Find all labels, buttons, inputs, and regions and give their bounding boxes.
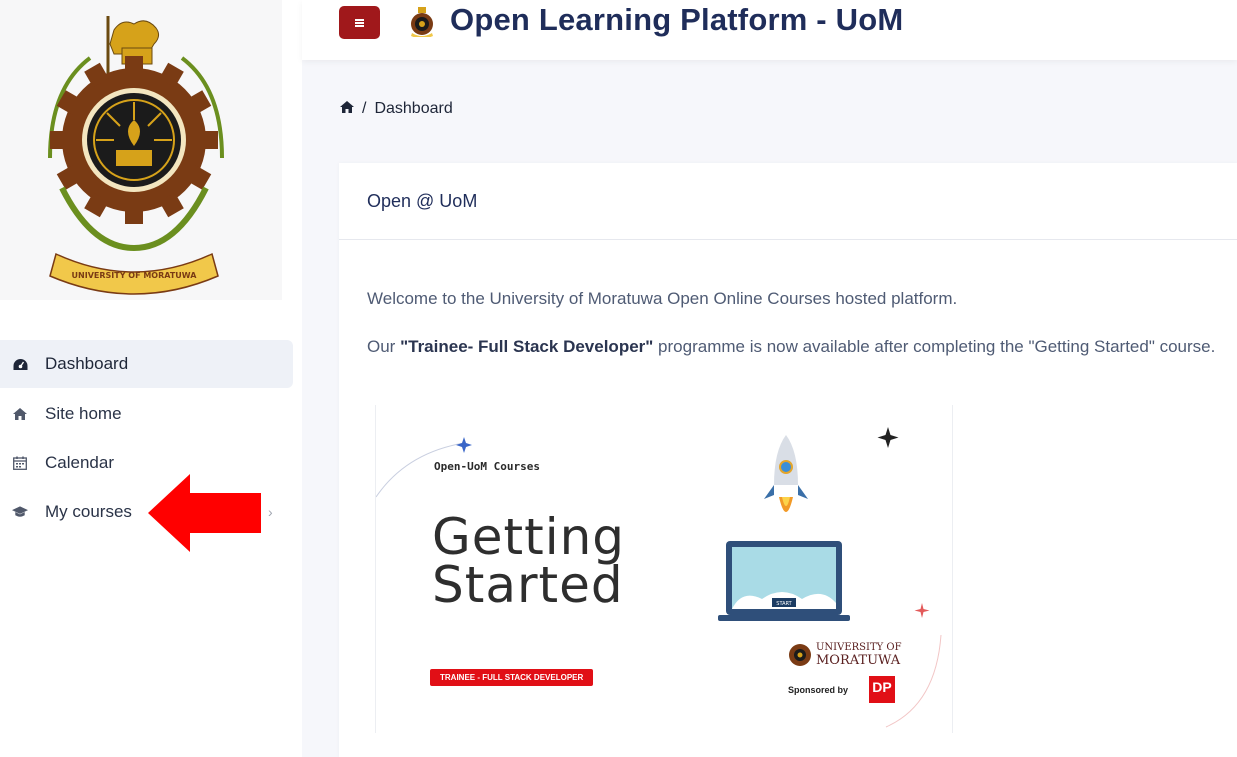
getting-started-banner[interactable]: START Open-UoM Courses Getting Started TR… [375,405,953,733]
sponsor-label: Sponsored by [788,685,849,695]
chevron-right-icon[interactable]: › [268,504,273,520]
programme-badge: TRAINEE - FULL STACK DEVELOPER [430,669,594,686]
hamburger-icon [355,21,364,24]
home-icon [12,406,28,422]
sponsor-logo: DP [869,676,895,703]
sidebar-item-site-home[interactable]: Site home [0,390,293,438]
sidebar-item-label: My courses [45,502,132,521]
banner-title: Getting Started [432,508,626,614]
laptop-start-label: START [776,601,792,607]
red-arrow-annotation [148,474,261,552]
sidebar-item-label: Calendar [45,453,114,472]
logo-ribbon-text: UNIVERSITY OF MORATUWA [72,271,198,280]
calendar-icon [12,455,28,471]
breadcrumb-separator: / [362,100,367,117]
sidebar-item-label: Site home [45,404,122,423]
card-title: Open @ UoM [367,191,478,211]
banner-university-name: UNIVERSITY OF MORATUWA [816,641,902,667]
university-logo: UNIVERSITY OF MORATUWA [0,0,282,300]
banner-title-line2: Started [432,556,624,614]
programme-suffix: programme is now available after complet… [653,337,1216,356]
card-header: Open @ UoM [339,163,1237,240]
banner-kicker: Open-UoM Courses [434,460,540,473]
breadcrumb-item-dashboard: Dashboard [374,100,453,117]
top-navbar: Open Learning Platform - UoM [302,0,1237,60]
course-info-card: Open @ UoM Welcome to the University of … [339,163,1237,757]
banner-title-line1: Getting [432,508,626,566]
programme-prefix: Our [367,337,401,356]
sidebar: UNIVERSITY OF MORATUWA Dashboard Site ho… [0,0,302,757]
banner-uni-line2: MORATUWA [816,653,901,668]
sidebar-item-label: Dashboard [45,354,129,373]
university-seal-icon [411,7,433,37]
welcome-text: Welcome to the University of Moratuwa Op… [367,289,958,308]
dashboard-icon [12,356,28,372]
home-icon[interactable] [340,100,354,118]
programme-name: "Trainee- Full Stack Developer" [400,337,654,356]
sidebar-item-dashboard[interactable]: Dashboard [0,340,293,388]
menu-toggle-button[interactable] [339,6,380,39]
page-title: Open Learning Platform - UoM [450,2,904,37]
programme-text: Our "Trainee- Full Stack Developer" prog… [367,334,1217,359]
breadcrumb: / Dashboard [340,100,453,118]
graduation-cap-icon [12,504,28,520]
